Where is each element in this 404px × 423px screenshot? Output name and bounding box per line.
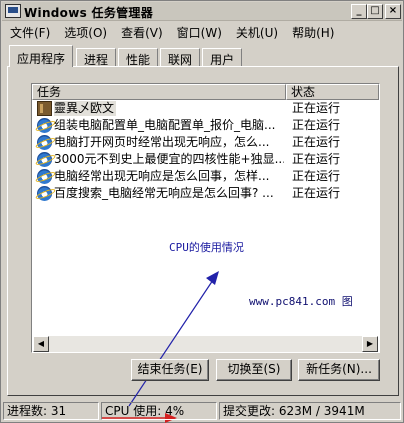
list-item[interactable]: 电脑经常出现无响应是怎么回事，怎样... 正在运行 [34,168,377,185]
menu-file[interactable]: 文件(F) [3,22,57,40]
list-item[interactable]: 靈異乄欧文 正在运行 [34,100,377,117]
column-header-task[interactable]: 任务 [32,84,286,100]
horizontal-scrollbar[interactable]: ◀ ▶ [33,336,378,352]
list-item[interactable]: 百度搜索_电脑经常无响应是怎么回事? ... 正在运行 [34,185,377,202]
list-item[interactable]: 组装电脑配置单_电脑配置单_报价_电脑... 正在运行 [34,117,377,134]
task-name: 百度搜索_电脑经常无响应是怎么回事? ... [54,186,274,200]
menu-options[interactable]: 选项(O) [57,22,114,40]
ie-icon [37,169,52,184]
task-name: 3000元不到史上最便宜的四核性能+独显... [54,152,284,166]
maximize-button[interactable]: □ [367,4,383,19]
cpu-usage-annotation: CPU的使用情况 [169,241,244,254]
menu-shutdown[interactable]: 关机(U) [229,22,285,40]
task-name: 组装电脑配置单_电脑配置单_报价_电脑... [54,118,276,132]
task-status: 正在运行 [292,101,341,115]
task-list[interactable]: 任务 状态 靈異乄欧文 正在运行 组装电脑配置单_电脑配置单_报价_电脑... … [31,83,380,353]
ie-icon [37,118,52,133]
task-status: 正在运行 [292,152,341,166]
column-header-status[interactable]: 状态 [286,84,379,100]
task-name: 电脑经常出现无响应是怎么回事，怎样... [54,169,270,183]
ie-icon [37,186,52,201]
site-watermark: www.pc841.com 图 [249,295,353,308]
cpu-usage: CPU 使用: 4% [101,402,217,420]
minimize-button[interactable]: _ [351,4,367,19]
tab-users[interactable]: 用户 [202,48,243,67]
tab-processes[interactable]: 进程 [76,48,117,67]
menu-window[interactable]: 窗口(W) [170,22,229,40]
monitor-icon [5,4,21,18]
task-status: 正在运行 [292,186,341,200]
menu-help[interactable]: 帮助(H) [285,22,341,40]
end-task-button[interactable]: 结束任务(E) [131,359,209,381]
task-status: 正在运行 [292,169,341,183]
tab-applications[interactable]: 应用程序 [9,45,74,67]
commit-charge: 提交更改: 623M / 3941M [219,402,401,420]
menu-view[interactable]: 查看(V) [114,22,170,40]
task-status: 正在运行 [292,118,341,132]
ie-icon [37,135,52,150]
new-task-button[interactable]: 新任务(N)... [298,359,380,381]
task-status: 正在运行 [292,135,341,149]
ie-icon [37,152,52,167]
list-item[interactable]: 3000元不到史上最便宜的四核性能+独显... 正在运行 [34,151,377,168]
task-manager-window: Windows 任务管理器 _ □ × 文件(F) 选项(O) 查看(V) 窗口… [0,0,404,423]
scroll-left-icon[interactable]: ◀ [33,336,49,352]
status-bar: 进程数: 31 CPU 使用: 4% 提交更改: 623M / 3941M [2,400,402,422]
book-icon [37,101,52,116]
window-title: Windows 任务管理器 [24,6,154,20]
task-name: 靈異乄欧文 [54,101,117,116]
process-count: 进程数: 31 [3,402,99,420]
switch-to-button[interactable]: 切换至(S) [216,359,292,381]
list-item[interactable]: 电脑打开网页时经常出现无响应，怎么... 正在运行 [34,134,377,151]
tab-performance[interactable]: 性能 [118,48,159,67]
title-bar[interactable]: Windows 任务管理器 _ □ × [2,2,402,21]
close-button[interactable]: × [385,4,401,19]
task-name: 电脑打开网页时经常出现无响应，怎么... [54,135,270,149]
menu-bar: 文件(F) 选项(O) 查看(V) 窗口(W) 关机(U) 帮助(H) [3,22,341,40]
scroll-right-icon[interactable]: ▶ [362,336,378,352]
tab-strip: 应用程序 进程 性能 联网 用户 [9,45,244,67]
tab-networking[interactable]: 联网 [160,48,201,67]
